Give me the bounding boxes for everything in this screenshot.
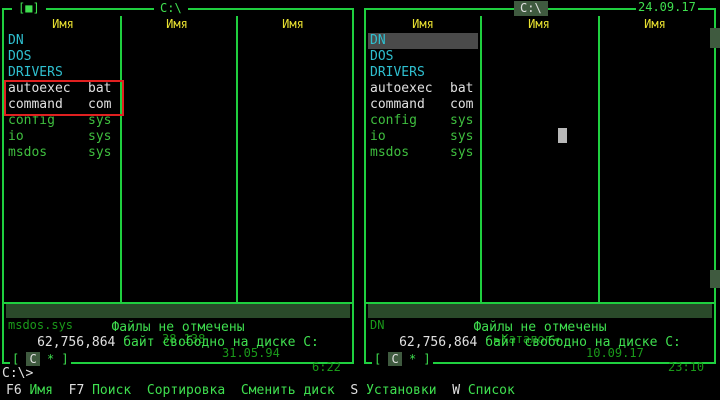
left-drive-indicator[interactable]: [ C * ]	[10, 352, 71, 366]
right-file-row[interactable]: msdos sys	[370, 145, 480, 161]
command-line[interactable]: C:\>	[2, 366, 33, 382]
keybar-label: Установки	[366, 383, 437, 398]
right-column-separator-2	[598, 16, 600, 308]
right-col-header-1[interactable]: Имя	[368, 16, 478, 32]
right-file-name: config	[370, 113, 417, 128]
keybar-key: S	[350, 383, 367, 398]
right-file-name: DN	[370, 33, 386, 48]
right-drive-indicator[interactable]: [ C * ]	[372, 352, 433, 366]
right-file-name: command	[370, 97, 425, 112]
keybar-item[interactable]: F6 Имя	[6, 383, 53, 398]
right-file-row[interactable]: DOS	[370, 49, 480, 65]
right-file-name: autoexec	[370, 81, 433, 96]
left-file-ext: sys	[88, 145, 112, 160]
left-file-info: msdos.sys 38,138 31.05.94 6:22	[6, 304, 350, 374]
right-file-row[interactable]: DN	[370, 33, 480, 49]
left-file-name: DOS	[8, 49, 32, 64]
right-file-name: msdos	[370, 145, 410, 160]
left-file-row[interactable]: io sys	[8, 129, 118, 145]
keybar-item[interactable]: Сортировка	[147, 383, 225, 398]
function-key-bar: F6 Имя F7 Поиск Сортировка Сменить диск …	[6, 383, 515, 399]
left-column-separator-1	[120, 16, 122, 308]
right-file-name: io	[370, 129, 386, 144]
mouse-cursor-icon	[558, 128, 567, 143]
right-file-ext: sys	[450, 145, 474, 160]
right-file-row[interactable]: io sys	[370, 129, 480, 145]
left-drive-letter[interactable]: C	[26, 352, 40, 366]
highlight-box-autoexec-command	[4, 80, 124, 116]
right-free-bytes: 62,756,864	[399, 335, 478, 350]
left-file-name: io	[8, 129, 24, 144]
left-drive-suffix: * ]	[46, 352, 69, 366]
right-free-label: байт свободно на диске C:	[485, 335, 681, 350]
right-file-ext: sys	[450, 113, 474, 128]
left-col-header-3[interactable]: Имя	[238, 16, 348, 32]
right-drive-suffix: * ]	[408, 352, 431, 366]
scroll-down-arrow[interactable]	[710, 270, 720, 288]
right-column-separator-1	[480, 16, 482, 308]
right-drive-letter[interactable]: C	[388, 352, 402, 366]
left-panel[interactable]: [■] C:\ Имя Имя Имя DN DOS DRIVERS autoexec…	[0, 1, 356, 374]
right-panel-title: C:\	[514, 1, 548, 16]
right-col-header-2[interactable]: Имя	[484, 16, 594, 32]
right-selection-status: Файлы не отмечены	[473, 320, 607, 335]
right-file-row[interactable]: command com	[370, 97, 480, 113]
keybar-label: Поиск	[92, 383, 132, 398]
clock-date: 24.09.17	[636, 0, 698, 14]
right-drive-prefix: [	[374, 352, 382, 366]
left-file-name: msdos	[8, 145, 48, 160]
right-file-info: DN ►Каталог◄ 10.09.17 23:10	[368, 304, 712, 374]
left-col-header-1[interactable]: Имя	[8, 16, 118, 32]
keybar-key: F7	[68, 383, 93, 398]
keybar-label: Сортировка	[146, 383, 226, 398]
left-col-header-2[interactable]: Имя	[122, 16, 232, 32]
left-file-ext: sys	[88, 129, 112, 144]
right-file-name: DOS	[370, 49, 394, 64]
left-file-row[interactable]: DN	[8, 33, 118, 49]
right-file-name: DRIVERS	[370, 65, 425, 80]
scroll-up-arrow[interactable]	[710, 28, 720, 48]
left-column-separator-2	[236, 16, 238, 308]
left-panel-marker[interactable]: [■]	[12, 1, 46, 16]
right-file-row[interactable]: autoexec bat	[370, 81, 480, 97]
right-col-header-3[interactable]: Имя	[600, 16, 710, 32]
left-drive-prefix: [	[12, 352, 20, 366]
right-file-row[interactable]: config sys	[370, 113, 480, 129]
command-prompt: C:\>	[2, 366, 34, 381]
keybar-key: F6	[6, 383, 30, 398]
right-info-time: 23:10	[668, 360, 705, 374]
left-free-label: байт свободно на диске C:	[123, 335, 319, 350]
left-free-bytes: 62,756,864	[37, 335, 116, 350]
keybar-label: Сменить диск	[240, 383, 335, 398]
left-selection-status: Файлы не отмечены	[111, 320, 245, 335]
keybar-item[interactable]: Сменить диск	[241, 383, 335, 398]
left-info-time: 6:22	[312, 360, 341, 374]
keybar-item[interactable]: W Список	[452, 383, 515, 398]
right-panel[interactable]: C:\ Имя Имя Имя DN DOS DRIVERS autoexec bat c…	[362, 1, 718, 374]
keybar-label: Список	[467, 383, 515, 398]
left-file-row[interactable]: DOS	[8, 49, 118, 65]
left-free-space: 62,756,864 байт свободно на диске C:	[0, 335, 356, 351]
left-file-name: DRIVERS	[8, 65, 63, 80]
keybar-item[interactable]: F7 Поиск	[69, 383, 132, 398]
right-file-row[interactable]: DRIVERS	[370, 65, 480, 81]
right-file-ext: com	[450, 97, 474, 112]
keybar-item[interactable]: S Установки	[350, 383, 436, 398]
keybar-label: Имя	[29, 383, 53, 398]
right-file-ext: sys	[450, 129, 474, 144]
right-free-space: 62,756,864 байт свободно на диске C:	[362, 335, 718, 351]
left-panel-title: C:\	[154, 1, 188, 16]
left-file-row[interactable]: msdos sys	[8, 145, 118, 161]
keybar-key: W	[452, 383, 468, 398]
right-file-ext: bat	[450, 81, 474, 96]
left-file-row[interactable]: DRIVERS	[8, 65, 118, 81]
left-file-name: DN	[8, 33, 24, 48]
